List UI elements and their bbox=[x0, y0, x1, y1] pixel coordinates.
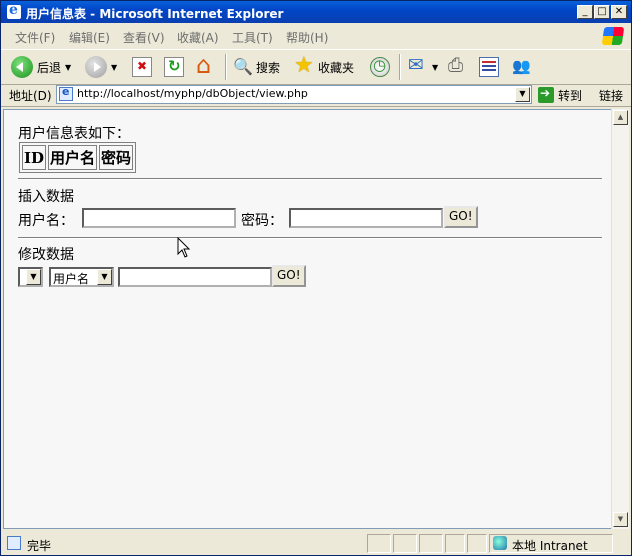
status-panel bbox=[367, 534, 391, 553]
modify-go-button[interactable]: GO! bbox=[272, 265, 306, 287]
links-button[interactable]: 链接 bbox=[599, 87, 623, 104]
insert-password-input[interactable] bbox=[289, 208, 443, 228]
modify-id-select[interactable]: ▼ bbox=[18, 267, 43, 287]
menu-file[interactable]: 文件(F) bbox=[15, 29, 55, 46]
title-bar: 用户信息表 - Microsoft Internet Explorer _ □ … bbox=[1, 1, 631, 23]
window-title: 用户信息表 - Microsoft Internet Explorer bbox=[26, 7, 284, 21]
forward-dropdown-icon[interactable]: ▼ bbox=[111, 63, 117, 72]
zone-text: 本地 Intranet bbox=[512, 539, 588, 553]
modify-field-select[interactable]: 用户名 ▼ bbox=[49, 267, 114, 287]
ie-logo-icon bbox=[7, 2, 21, 19]
messenger-icon bbox=[512, 57, 532, 77]
mail-icon bbox=[408, 54, 428, 77]
stop-icon bbox=[132, 57, 152, 77]
mail-button[interactable]: ▼ bbox=[408, 53, 438, 81]
windows-logo-icon bbox=[601, 27, 625, 45]
mouse-pointer-icon bbox=[177, 237, 191, 258]
table-header-username: 用户名 bbox=[48, 145, 98, 170]
status-panel bbox=[419, 534, 443, 553]
insert-heading: 插入数据 bbox=[18, 189, 74, 205]
status-panel bbox=[393, 534, 417, 553]
modify-heading: 修改数据 bbox=[18, 247, 74, 263]
intranet-zone-icon bbox=[493, 536, 507, 550]
favorites-label: 收藏夹 bbox=[318, 60, 355, 75]
address-url[interactable]: http://localhost/myphp/dbObject/view.php bbox=[77, 87, 308, 100]
messenger-button[interactable] bbox=[512, 53, 532, 81]
page-done-icon bbox=[7, 536, 21, 550]
printer-icon bbox=[447, 54, 467, 77]
refresh-icon bbox=[164, 57, 184, 77]
mail-dropdown-icon[interactable]: ▼ bbox=[432, 63, 438, 72]
page-icon bbox=[59, 85, 73, 101]
status-text: 完毕 bbox=[27, 539, 52, 553]
forward-button[interactable]: ▼ bbox=[85, 53, 117, 81]
modify-field-value: 用户名 bbox=[53, 272, 90, 286]
address-bar: 地址(D) http://localhost/myphp/dbObject/vi… bbox=[1, 84, 631, 107]
divider bbox=[18, 237, 602, 239]
home-button[interactable] bbox=[196, 51, 216, 81]
edit-page-icon bbox=[479, 57, 499, 77]
print-button[interactable] bbox=[447, 53, 467, 81]
page-content: 用户信息表如下： ID 用户名 密码 插入数据 用户名： 密码： GO! 修改数… bbox=[3, 109, 611, 529]
back-dropdown-icon[interactable]: ▼ bbox=[65, 63, 71, 72]
password-label: 密码： bbox=[241, 213, 283, 229]
scroll-up-icon[interactable]: ▲ bbox=[613, 110, 628, 125]
forward-arrow-icon bbox=[85, 56, 107, 78]
menu-favorites[interactable]: 收藏(A) bbox=[177, 29, 219, 46]
users-table: ID 用户名 密码 bbox=[19, 142, 137, 173]
go-arrow-icon bbox=[538, 86, 554, 103]
browser-window: 用户信息表 - Microsoft Internet Explorer _ □ … bbox=[0, 0, 632, 556]
go-button[interactable]: 转到 bbox=[538, 85, 582, 105]
insert-username-input[interactable] bbox=[82, 208, 236, 228]
menu-edit[interactable]: 编辑(E) bbox=[69, 29, 110, 46]
address-label: 地址(D) bbox=[9, 89, 52, 103]
home-icon bbox=[196, 51, 216, 79]
standard-toolbar: 后退 ▼ ▼ 搜索 收藏夹 ▼ bbox=[1, 49, 631, 85]
insert-go-button[interactable]: GO! bbox=[444, 206, 478, 228]
search-label: 搜索 bbox=[256, 60, 281, 75]
table-header-id: ID bbox=[22, 145, 47, 170]
vertical-scrollbar[interactable]: ▲ ▼ bbox=[611, 109, 629, 529]
menu-help[interactable]: 帮助(H) bbox=[286, 29, 328, 46]
refresh-button[interactable] bbox=[164, 53, 184, 81]
page-intro: 用户信息表如下： bbox=[18, 126, 130, 142]
toolbar-separator bbox=[225, 54, 227, 80]
back-arrow-icon bbox=[11, 56, 33, 78]
address-dropdown-icon[interactable]: ▼ bbox=[515, 87, 530, 102]
close-button[interactable]: ✕ bbox=[611, 5, 627, 19]
status-bar: 完毕 本地 Intranet bbox=[1, 533, 631, 555]
toolbar-separator bbox=[399, 54, 401, 80]
status-panel bbox=[445, 534, 465, 553]
back-label: 后退 bbox=[37, 60, 62, 75]
chevron-down-icon[interactable]: ▼ bbox=[26, 269, 41, 285]
address-input[interactable]: http://localhost/myphp/dbObject/view.php… bbox=[56, 85, 532, 104]
username-label: 用户名： bbox=[18, 213, 74, 229]
history-button[interactable] bbox=[370, 53, 390, 81]
scroll-down-icon[interactable]: ▼ bbox=[613, 512, 628, 527]
modify-value-input[interactable] bbox=[118, 267, 272, 287]
divider bbox=[18, 178, 602, 180]
status-panel bbox=[467, 534, 487, 553]
menu-bar: 文件(F) 编辑(E) 查看(V) 收藏(A) 工具(T) 帮助(H) bbox=[1, 25, 631, 47]
favorites-button[interactable]: 收藏夹 bbox=[294, 53, 354, 81]
history-icon bbox=[370, 56, 390, 77]
back-button[interactable]: 后退 ▼ bbox=[11, 53, 71, 81]
edit-button[interactable] bbox=[479, 53, 499, 81]
menu-tools[interactable]: 工具(T) bbox=[232, 29, 273, 46]
stop-button[interactable] bbox=[132, 53, 152, 81]
go-label: 转到 bbox=[558, 88, 583, 103]
search-button[interactable]: 搜索 bbox=[232, 53, 280, 81]
table-header-password: 密码 bbox=[99, 145, 134, 170]
chevron-down-icon[interactable]: ▼ bbox=[97, 269, 112, 285]
menu-view[interactable]: 查看(V) bbox=[123, 29, 165, 46]
minimize-button[interactable]: _ bbox=[577, 5, 593, 19]
search-icon bbox=[232, 57, 253, 77]
star-icon bbox=[294, 53, 314, 78]
maximize-button[interactable]: □ bbox=[594, 5, 610, 19]
